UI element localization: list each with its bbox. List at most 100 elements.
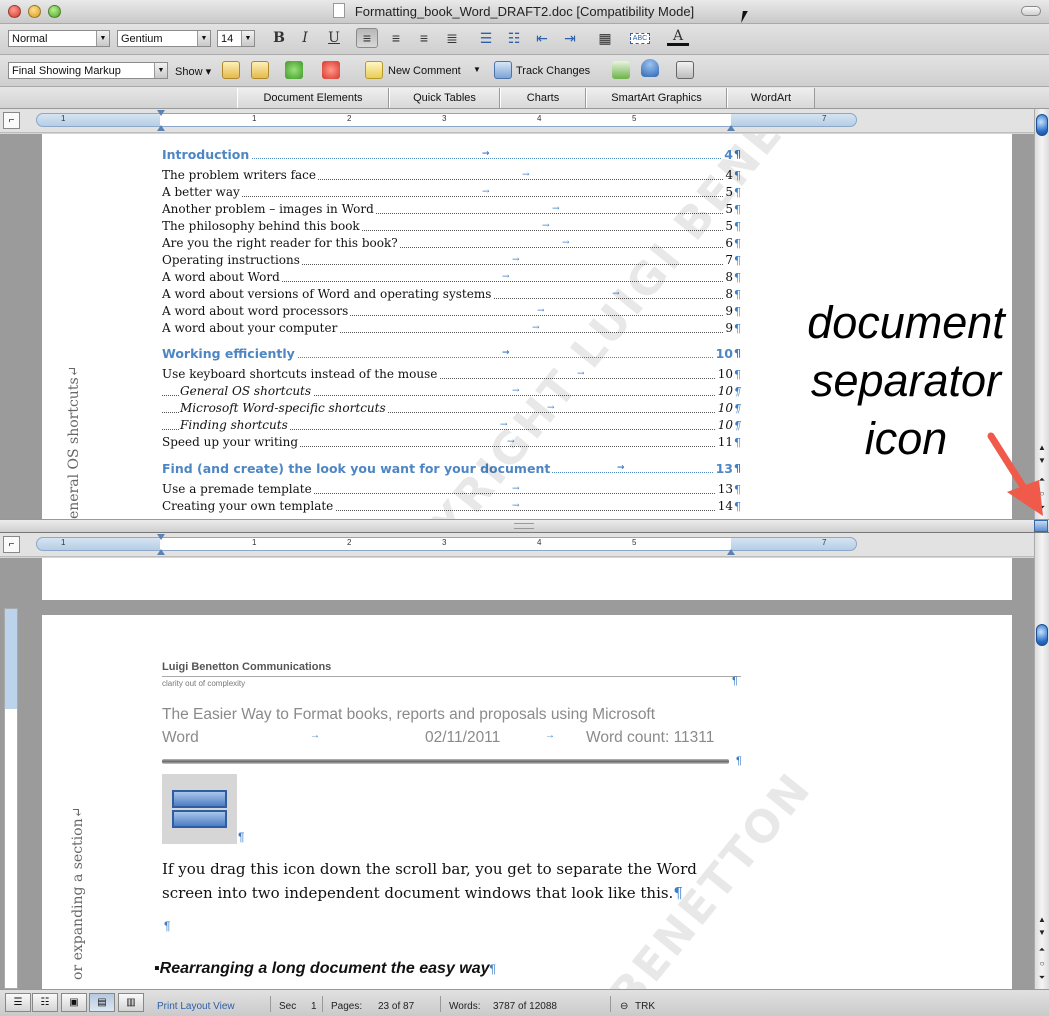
horizontal-ruler-top[interactable]: ⌐ 1 1 2 3 4 5 7 — [0, 109, 1034, 133]
size-select[interactable]: 14 ▼ — [217, 30, 255, 47]
pilcrow-icon: ¶ — [732, 675, 738, 687]
bold-icon[interactable]: B — [268, 28, 290, 48]
outline-view-icon[interactable]: ☷ — [32, 993, 58, 1012]
bottom-document-pane[interactable]: or expanding a section↵ Luigi Benetton C… — [0, 558, 1034, 989]
tab-quick-tables[interactable]: Quick Tables — [389, 88, 500, 108]
toc-entry[interactable]: A word about word processors → 9 ¶ — [162, 303, 741, 320]
toc-entry[interactable]: Speed up your writing → 11 ¶ — [162, 434, 741, 451]
browse-object-icon[interactable]: ○ — [1036, 958, 1048, 970]
first-line-indent-marker[interactable] — [157, 110, 165, 116]
scroll-thumb[interactable] — [1036, 114, 1048, 136]
toc-entry[interactable]: Use a premade template → 13 ¶ — [162, 481, 741, 498]
print-layout-view-icon[interactable]: ▤ — [89, 993, 115, 1012]
toc-entry-label: Find (and create) the look you want for … — [162, 461, 553, 476]
outdent-icon[interactable]: ⇤ — [531, 28, 553, 48]
toc-entry-page: 8 — [723, 269, 733, 286]
publishing-view-icon[interactable]: ▣ — [61, 993, 87, 1012]
trk-label[interactable]: TRK — [635, 1001, 655, 1012]
horizontal-ruler-bottom[interactable]: ⌐ 1 1 2 3 4 5 7 — [0, 533, 1034, 557]
toc-entry[interactable]: Operating instructions → 7 ¶ — [162, 252, 741, 269]
scroll-thumb[interactable] — [1036, 624, 1048, 646]
new-comment-icon[interactable] — [365, 61, 383, 79]
toc-entry[interactable]: Use keyboard shortcuts instead of the mo… — [162, 366, 741, 383]
new-comment-button[interactable]: New Comment — [388, 65, 461, 77]
indent-icon[interactable]: ⇥ — [559, 28, 581, 48]
bottom-vertical-scrollbar[interactable]: ▲ ▼ ⏶ ○ ⏷ — [1034, 533, 1049, 989]
numbered-list-icon[interactable]: ☰ — [475, 28, 497, 48]
toc-entry[interactable]: Working efficiently → 10 ¶ — [162, 345, 741, 362]
next-page-icon[interactable]: ⏷ — [1036, 972, 1048, 984]
reviewer-icon[interactable] — [641, 59, 659, 77]
header-company: Luigi Benetton Communications — [162, 661, 332, 673]
underline-icon[interactable]: U — [323, 28, 345, 48]
reject-change-icon[interactable] — [322, 61, 340, 79]
track-changes-indicator-icon[interactable]: ⊖ — [620, 1001, 628, 1012]
previous-change-icon[interactable] — [222, 61, 240, 79]
accept-change-icon[interactable] — [285, 61, 303, 79]
align-right-icon[interactable]: ≡ — [413, 28, 435, 48]
highlight-icon[interactable]: ABC — [630, 33, 650, 44]
tab-arrow-icon: → — [512, 386, 520, 396]
toc-entry[interactable]: Another problem – images in Word → 5 ¶ — [162, 201, 741, 218]
next-change-icon[interactable] — [251, 61, 269, 79]
previous-page-icon[interactable]: ⏶ — [1036, 944, 1048, 956]
draft-view-icon[interactable]: ☰ — [5, 993, 31, 1012]
document-separator-icon[interactable] — [1034, 520, 1048, 532]
toc-entry-label: The problem writers face — [162, 168, 319, 182]
track-changes-button[interactable]: Track Changes — [516, 65, 590, 77]
toc-entry[interactable]: Microsoft Word-specific shortcuts → 10 ¶ — [162, 400, 741, 417]
toc-entry-page: 5 — [723, 218, 733, 235]
pilcrow-icon: ¶ — [734, 237, 741, 250]
toc-entry[interactable]: Find (and create) the look you want for … — [162, 460, 741, 477]
font-select[interactable]: Gentium ▼ — [117, 30, 211, 47]
bulleted-list-icon[interactable]: ☷ — [503, 28, 525, 48]
align-center-icon[interactable]: ≡ — [385, 28, 407, 48]
style-select[interactable]: Normal ▼ — [8, 30, 110, 47]
scroll-down-icon[interactable]: ▼ — [1036, 927, 1048, 939]
left-indent-marker[interactable] — [157, 125, 165, 131]
left-indent-marker[interactable] — [157, 549, 165, 555]
tab-smartart-graphics[interactable]: SmartArt Graphics — [586, 88, 727, 108]
toc-entry[interactable]: The problem writers face → 4 ¶ — [162, 167, 741, 184]
italic-icon[interactable]: I — [294, 28, 316, 48]
header-rule — [162, 676, 741, 677]
toc-entry-label: A better way — [162, 185, 242, 199]
toc-entry[interactable]: The philosophy behind this book → 5 ¶ — [162, 218, 741, 235]
right-indent-marker[interactable] — [727, 549, 735, 555]
toc-entry[interactable]: General OS shortcuts → 10 ¶ — [162, 383, 741, 400]
track-changes-icon[interactable] — [494, 61, 512, 79]
tab-selector-icon[interactable]: ⌐ — [3, 112, 20, 129]
toc-entry[interactable]: A word about versions of Word and operat… — [162, 286, 741, 303]
ruler-number: 4 — [537, 538, 542, 547]
toc-entry[interactable]: A better way → 5 ¶ — [162, 184, 741, 201]
show-menu[interactable]: Show ▾ — [175, 65, 211, 78]
split-divider[interactable] — [0, 519, 1049, 533]
toc-entry[interactable]: Introduction → 4 ¶ — [162, 146, 741, 163]
toc-entry[interactable]: Creating your own template → 14 ¶ — [162, 498, 741, 515]
toc-entry[interactable]: Are you the right reader for this book? →… — [162, 235, 741, 252]
tab-charts[interactable]: Charts — [500, 88, 586, 108]
borders-icon[interactable]: ▦ — [594, 28, 616, 48]
justify-icon[interactable]: ≣ — [441, 28, 463, 48]
send-review-icon[interactable] — [612, 61, 630, 79]
tab-selector-icon[interactable]: ⌐ — [3, 536, 20, 553]
notebook-view-icon[interactable]: ▥ — [118, 993, 144, 1012]
toc-entry[interactable]: Finding shortcuts → 10 ¶ — [162, 417, 741, 434]
toolbar-toggle-button[interactable] — [1021, 6, 1041, 16]
vertical-ruler-margin — [5, 609, 17, 709]
toc-entry[interactable]: A word about your computer → 9 ¶ — [162, 320, 741, 337]
chevron-down-icon[interactable]: ▼ — [473, 65, 481, 74]
right-indent-marker[interactable] — [727, 125, 735, 131]
font-color-icon[interactable]: A — [667, 27, 689, 46]
first-line-indent-marker[interactable] — [157, 534, 165, 540]
scroll-up-icon[interactable]: ▲ — [1036, 914, 1048, 926]
align-left-icon[interactable]: ≡ — [356, 28, 378, 48]
tab-document-elements[interactable]: Document Elements — [237, 88, 389, 108]
toc-entry[interactable]: A word about Word → 8 ¶ — [162, 269, 741, 286]
top-document-pane[interactable]: d this book if... || General OS shortcut… — [0, 134, 1034, 519]
tab-wordart[interactable]: WordArt — [727, 88, 815, 108]
markup-select[interactable]: Final Showing Markup ▼ — [8, 62, 168, 79]
toolbox-icon[interactable] — [676, 61, 694, 79]
pilcrow-icon: ¶ — [489, 962, 496, 976]
vertical-ruler[interactable] — [4, 608, 18, 989]
